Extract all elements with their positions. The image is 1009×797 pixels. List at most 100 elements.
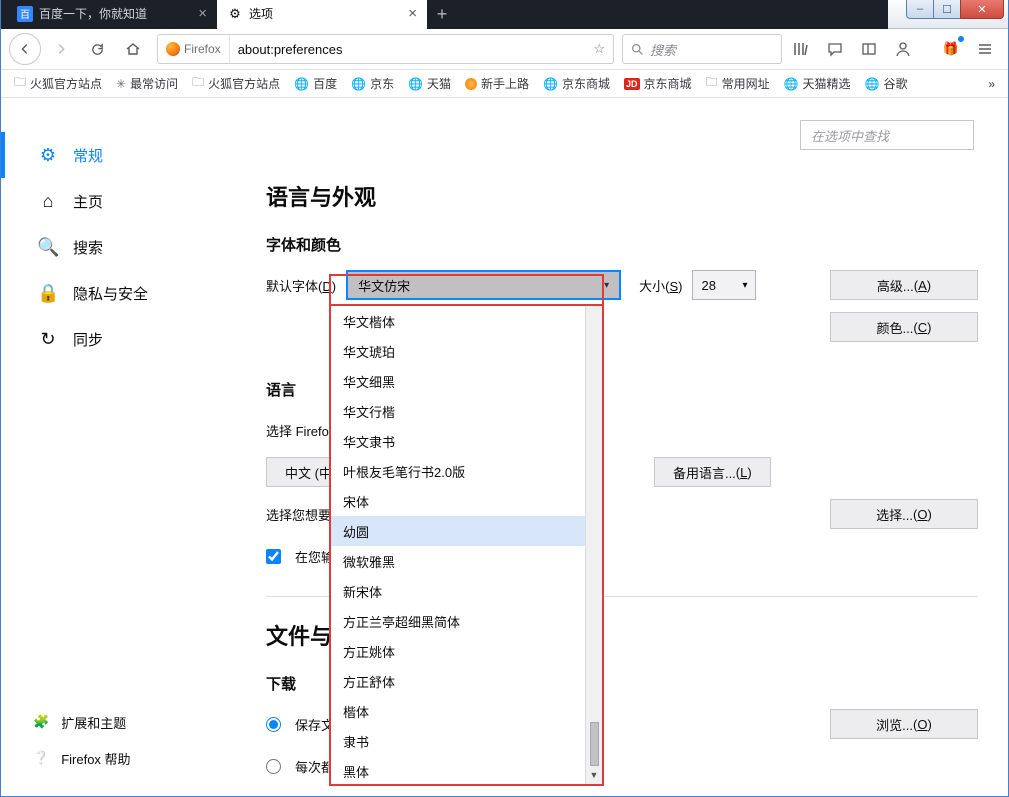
tab-label: 选项 [249, 5, 273, 22]
tab-preferences[interactable]: ⚙ 选项 × [217, 0, 427, 29]
folder-icon: 🗀 [706, 73, 718, 94]
dropdown-scrollbar[interactable]: ▼ [585, 306, 602, 784]
bookmark-item[interactable]: 🌐京东 [346, 73, 399, 94]
home-icon [125, 41, 141, 57]
scrollbar-thumb[interactable] [590, 722, 599, 766]
font-option[interactable]: 幼圆 [331, 516, 585, 546]
default-font-label: 默认字体(D) [266, 276, 336, 295]
chevron-down-icon: ▾ [742, 280, 747, 291]
default-font-select[interactable]: 华文仿宋 ▾ [346, 270, 621, 300]
font-option[interactable]: 华文隶书 [331, 426, 585, 456]
colors-button[interactable]: 颜色...(C) [830, 312, 978, 342]
window-minimize-button[interactable]: – [906, 0, 934, 19]
bookmark-item[interactable]: 🗀火狐官方站点 [9, 71, 107, 96]
search-options-input[interactable]: 在选项中查找 [800, 120, 974, 150]
font-option[interactable]: 隶书 [331, 726, 585, 756]
font-size-select[interactable]: 28▾ [692, 270, 756, 300]
jd-icon: JD [624, 78, 640, 90]
category-sync[interactable]: ↻同步 [1, 316, 236, 362]
bookmark-star-icon[interactable]: ☆ [585, 41, 613, 57]
chevron-down-icon: ▾ [604, 280, 609, 291]
font-option[interactable]: 宋体 [331, 486, 585, 516]
globe-icon: 🌐 [784, 77, 799, 91]
back-button[interactable] [9, 33, 41, 65]
gift-icon: 🎁 [943, 41, 959, 57]
tab-close-icon[interactable]: × [198, 5, 207, 22]
menu-button[interactable] [970, 34, 1000, 64]
font-option[interactable]: 方正姚体 [331, 636, 585, 666]
bookmark-item[interactable]: 🌐天猫精选 [779, 73, 856, 94]
category-privacy[interactable]: 🔒隐私与安全 [1, 270, 236, 316]
reload-icon [90, 42, 105, 57]
font-option[interactable]: 微软雅黑 [331, 546, 585, 576]
bookmark-item[interactable]: JD京东商城 [619, 73, 697, 94]
size-label: 大小(S) [639, 276, 682, 295]
bookmarks-overflow[interactable]: » [983, 75, 1000, 93]
gift-button[interactable]: 🎁 [936, 34, 966, 64]
reload-button[interactable] [81, 33, 113, 65]
url-bar[interactable]: Firefox ☆ [157, 34, 614, 64]
bookmark-item[interactable]: ✳最常访问 [111, 73, 183, 94]
select-value: 华文仿宋 [358, 276, 410, 295]
browse-button[interactable]: 浏览...(O) [830, 709, 978, 739]
search-bar[interactable]: 搜索 [622, 34, 782, 64]
profile-icon [895, 41, 911, 57]
globe-icon: 🌐 [294, 77, 309, 91]
firefox-icon [166, 42, 180, 56]
advanced-fonts-button[interactable]: 高级...(A) [830, 270, 978, 300]
hamburger-icon [977, 41, 993, 57]
font-option[interactable]: 华文楷体 [331, 306, 585, 336]
font-option[interactable]: 方正兰亭超细黑简体 [331, 606, 585, 636]
new-tab-button[interactable]: + [427, 0, 457, 29]
identity-box[interactable]: Firefox [158, 35, 230, 63]
spellcheck-checkbox[interactable] [266, 549, 281, 564]
category-general[interactable]: ⚙常规 [1, 132, 236, 178]
help-icon: ❔ [33, 750, 49, 766]
bookmarks-toolbar: 🗀火狐官方站点 ✳最常访问 🗀火狐官方站点 🌐百度 🌐京东 🌐天猫 新手上路 🌐… [1, 70, 1008, 98]
bookmark-item[interactable]: 🗀常用网址 [701, 71, 775, 96]
bookmark-item[interactable]: 🌐京东商城 [538, 73, 615, 94]
window-maximize-button[interactable]: ☐ [933, 0, 961, 19]
category-home[interactable]: ⌂主页 [1, 178, 236, 224]
font-option[interactable]: 黑体 [331, 756, 585, 784]
category-search[interactable]: 🔍搜索 [1, 224, 236, 270]
gear-icon: ✳ [116, 77, 126, 91]
scroll-down-icon[interactable]: ▼ [590, 770, 599, 780]
chat-icon [827, 41, 843, 57]
folder-icon: 🗀 [192, 73, 204, 94]
tab-baidu[interactable]: 百 百度一下，你就知道 × [7, 0, 217, 29]
alternative-languages-button[interactable]: 备用语言...(L) [654, 457, 771, 487]
home-button[interactable] [117, 33, 149, 65]
bookmark-item[interactable]: 🗀火狐官方站点 [187, 71, 285, 96]
font-option[interactable]: 楷体 [331, 696, 585, 726]
select-languages-button[interactable]: 选择...(O) [830, 499, 978, 529]
bookmark-item[interactable]: 🌐百度 [289, 73, 342, 94]
arrow-left-icon [18, 42, 32, 56]
profile-button[interactable] [888, 34, 918, 64]
font-option[interactable]: 方正舒体 [331, 666, 585, 696]
sync-icon: ↻ [37, 329, 59, 350]
help-link[interactable]: ❔Firefox 帮助 [1, 740, 236, 776]
font-option[interactable]: 新宋体 [331, 576, 585, 606]
font-option[interactable]: 华文行楷 [331, 396, 585, 426]
font-option[interactable]: 华文琥珀 [331, 336, 585, 366]
globe-icon: 🌐 [865, 77, 880, 91]
search-icon: 🔍 [37, 237, 59, 258]
font-dropdown[interactable]: 华文楷体华文琥珀华文细黑华文行楷华文隶书叶根友毛笔行书2.0版宋体幼圆微软雅黑新… [329, 304, 604, 786]
bookmark-item[interactable]: 新手上路 [460, 73, 534, 94]
window-close-button[interactable]: ✕ [960, 0, 1004, 19]
font-option[interactable]: 叶根友毛笔行书2.0版 [331, 456, 585, 486]
always-ask-radio[interactable] [266, 759, 281, 774]
tab-close-icon[interactable]: × [408, 5, 417, 22]
extensions-link[interactable]: 🧩扩展和主题 [1, 704, 236, 740]
choose-firefox-label: 选择 Firefox [266, 421, 335, 440]
globe-icon: 🌐 [408, 77, 423, 91]
sidebar-button[interactable] [854, 34, 884, 64]
bookmark-item[interactable]: 🌐天猫 [403, 73, 456, 94]
library-button[interactable] [786, 34, 816, 64]
chat-button[interactable] [820, 34, 850, 64]
bookmark-item[interactable]: 🌐谷歌 [860, 73, 913, 94]
font-option[interactable]: 华文细黑 [331, 366, 585, 396]
save-to-radio[interactable] [266, 717, 281, 732]
url-input[interactable] [230, 42, 586, 57]
